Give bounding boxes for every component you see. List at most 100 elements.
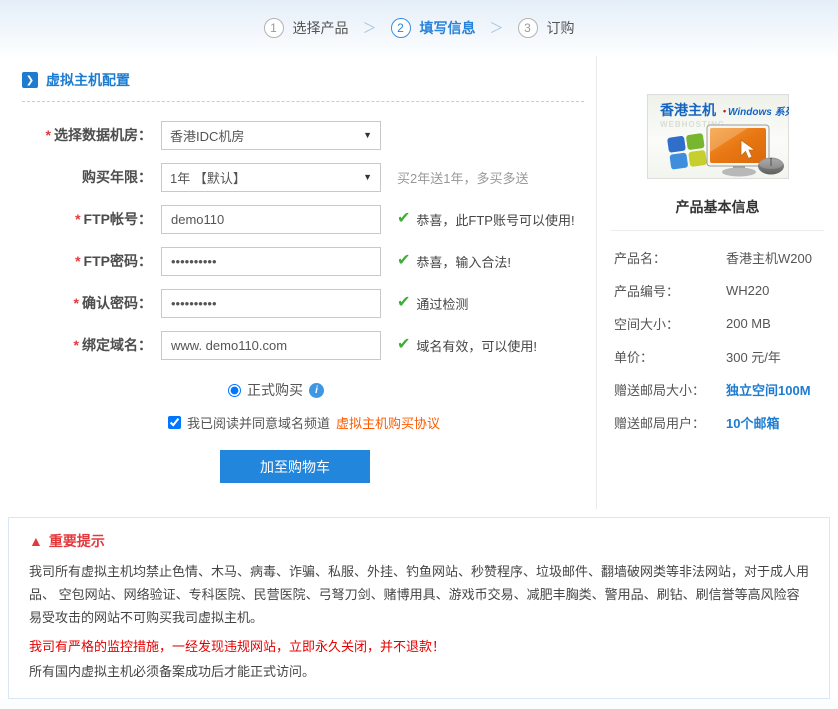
formal-purchase-radio[interactable] [228, 384, 241, 397]
validation-message: ✔ 域名有效，可以使用! [397, 336, 537, 355]
info-value: 香港主机W200 [726, 248, 812, 267]
info-row-mail-users: 赠送邮局用户： 10个邮箱 [597, 406, 838, 439]
chevron-right-icon: ＞ [363, 18, 377, 38]
host-config-form: ❯ 虚拟主机配置 *选择数据机房： 香港IDC机房 ▼ 购买年限： 1年 【默认… [0, 56, 597, 509]
product-image-series: Windows 系列 [728, 106, 789, 118]
chevron-down-icon: ▼ [363, 172, 372, 182]
notice-header: ▲ 重要提示 [29, 531, 811, 551]
check-icon: ✔ [397, 337, 410, 353]
confirm-password-row: *确认密码： ✔ 通过检测 [0, 282, 596, 324]
validation-message: ✔ 恭喜，此FTP账号可以使用! [397, 210, 575, 229]
step-fill-info[interactable]: 2 填写信息 [391, 18, 476, 38]
datacenter-select[interactable]: 香港IDC机房 ▼ [161, 121, 381, 150]
notice-paragraph: 我司所有虚拟主机均禁止色情、木马、病毒、诈骗、私服、外挂、钓鱼网站、秒赞程序、垃… [29, 560, 811, 629]
ftp-account-input[interactable] [161, 205, 381, 234]
datacenter-row: *选择数据机房： 香港IDC机房 ▼ [0, 114, 596, 156]
ftp-password-row: *FTP密码： ✔ 恭喜，输入合法! [0, 240, 596, 282]
notice-paragraph: 所有国内虚拟主机必须备案成功后才能正式访问。 [29, 660, 811, 683]
step-order[interactable]: 3 订购 [518, 18, 575, 38]
notice-title-text: 重要提示 [49, 531, 105, 551]
validation-message: ✔ 通过检测 [397, 294, 468, 313]
check-icon: ✔ [397, 211, 410, 227]
confirm-password-label: *确认密码： [0, 293, 152, 313]
step-number: 3 [518, 18, 538, 38]
validation-text: 通过检测 [416, 294, 468, 313]
label-text: 绑定域名： [82, 337, 152, 353]
bullet-icon: • [723, 106, 726, 116]
required-mark: * [75, 253, 80, 269]
required-mark: * [46, 127, 51, 143]
add-to-cart-button[interactable]: 加至购物车 [220, 450, 370, 483]
info-value: WH220 [726, 283, 769, 298]
info-label: 单价： [614, 347, 726, 366]
label-text: 购买年限： [82, 169, 152, 185]
purchase-years-select[interactable]: 1年 【默认】 ▼ [161, 163, 381, 192]
step-number: 1 [264, 18, 284, 38]
info-value: 200 MB [726, 316, 771, 331]
validation-text: 域名有效，可以使用! [416, 336, 537, 355]
info-value: 独立空间100M [726, 380, 811, 399]
check-icon: ✔ [397, 253, 410, 269]
label-text: FTP帐号： [84, 211, 152, 227]
check-icon: ✔ [397, 295, 410, 311]
formal-purchase-label: 正式购买 [247, 380, 303, 400]
info-label: 赠送邮局用户： [614, 413, 726, 432]
product-info-list: 产品名： 香港主机W200 产品编号： WH220 空间大小： 200 MB 单… [597, 231, 838, 439]
label-text: 确认密码： [82, 295, 152, 311]
mouse-icon [758, 158, 784, 175]
validation-text: 恭喜，此FTP账号可以使用! [416, 210, 574, 229]
purchase-type-row: 正式购买 i [228, 380, 596, 400]
agreement-checkbox[interactable] [168, 416, 181, 429]
section-header: ❯ 虚拟主机配置 [22, 70, 584, 102]
ftp-password-input[interactable] [161, 247, 381, 276]
info-label: 赠送邮局大小： [614, 380, 726, 399]
required-mark: * [75, 211, 80, 227]
agreement-text: 我已阅读并同意域名频道 [187, 413, 330, 432]
info-icon[interactable]: i [309, 383, 324, 398]
important-notice: ▲ 重要提示 我司所有虚拟主机均禁止色情、木马、病毒、诈骗、私服、外挂、钓鱼网站… [8, 517, 830, 699]
agreement-link[interactable]: 虚拟主机购买协议 [336, 413, 440, 432]
required-mark: * [74, 337, 79, 353]
required-mark: * [74, 295, 79, 311]
chevron-down-icon: ▼ [363, 130, 372, 140]
warning-triangle-icon: ▲ [29, 534, 43, 548]
info-label: 产品编号： [614, 281, 726, 300]
product-image: 香港主机 • Windows 系列 WEBHOSTING [647, 94, 789, 179]
validation-message: ✔ 恭喜，输入合法! [397, 252, 511, 271]
bind-domain-input[interactable] [161, 331, 381, 360]
confirm-password-input[interactable] [161, 289, 381, 318]
label-text: FTP密码： [84, 253, 152, 269]
product-image-title: 香港主机 [659, 102, 716, 118]
info-row-mail-size: 赠送邮局大小： 独立空间100M [597, 373, 838, 406]
selected-option: 1年 【默认】 [170, 168, 246, 187]
selected-option: 香港IDC机房 [170, 126, 244, 145]
info-label: 空间大小： [614, 314, 726, 333]
section-title: 虚拟主机配置 [46, 70, 130, 90]
purchase-years-label: 购买年限： [0, 167, 152, 187]
form-body: *选择数据机房： 香港IDC机房 ▼ 购买年限： 1年 【默认】 ▼ 买2年送1… [0, 102, 596, 483]
info-row-unit-price: 单价： 300 元/年 [597, 340, 838, 373]
stepper: 1 选择产品 ＞ 2 填写信息 ＞ 3 订购 [264, 18, 575, 38]
product-info-title: 产品基本信息 [611, 197, 824, 231]
step-number: 2 [391, 18, 411, 38]
bind-domain-label: *绑定域名： [0, 335, 152, 355]
step-label: 订购 [547, 18, 575, 38]
stepper-band: 1 选择产品 ＞ 2 填写信息 ＞ 3 订购 [0, 0, 838, 56]
ftp-account-row: *FTP帐号： ✔ 恭喜，此FTP账号可以使用! [0, 198, 596, 240]
ftp-password-label: *FTP密码： [0, 251, 152, 271]
step-choose-product[interactable]: 1 选择产品 [264, 18, 349, 38]
ftp-account-label: *FTP帐号： [0, 209, 152, 229]
info-label: 产品名： [614, 248, 726, 267]
product-sidebar: 香港主机 • Windows 系列 WEBHOSTING [597, 56, 838, 509]
arrow-right-icon: ❯ [22, 72, 38, 88]
page: 1 选择产品 ＞ 2 填写信息 ＞ 3 订购 ❯ 虚拟主机配置 [0, 0, 838, 699]
agreement-row: 我已阅读并同意域名频道 虚拟主机购买协议 [168, 413, 596, 432]
info-value: 10个邮箱 [726, 413, 779, 432]
purchase-years-row: 购买年限： 1年 【默认】 ▼ 买2年送1年，多买多送 [0, 156, 596, 198]
info-row-product-name: 产品名： 香港主机W200 [597, 241, 838, 274]
validation-text: 恭喜，输入合法! [416, 252, 511, 271]
promo-hint: 买2年送1年，多买多送 [397, 168, 528, 187]
step-label: 选择产品 [293, 18, 349, 38]
chevron-right-icon: ＞ [490, 18, 504, 38]
main: ❯ 虚拟主机配置 *选择数据机房： 香港IDC机房 ▼ 购买年限： 1年 【默认… [0, 56, 838, 509]
